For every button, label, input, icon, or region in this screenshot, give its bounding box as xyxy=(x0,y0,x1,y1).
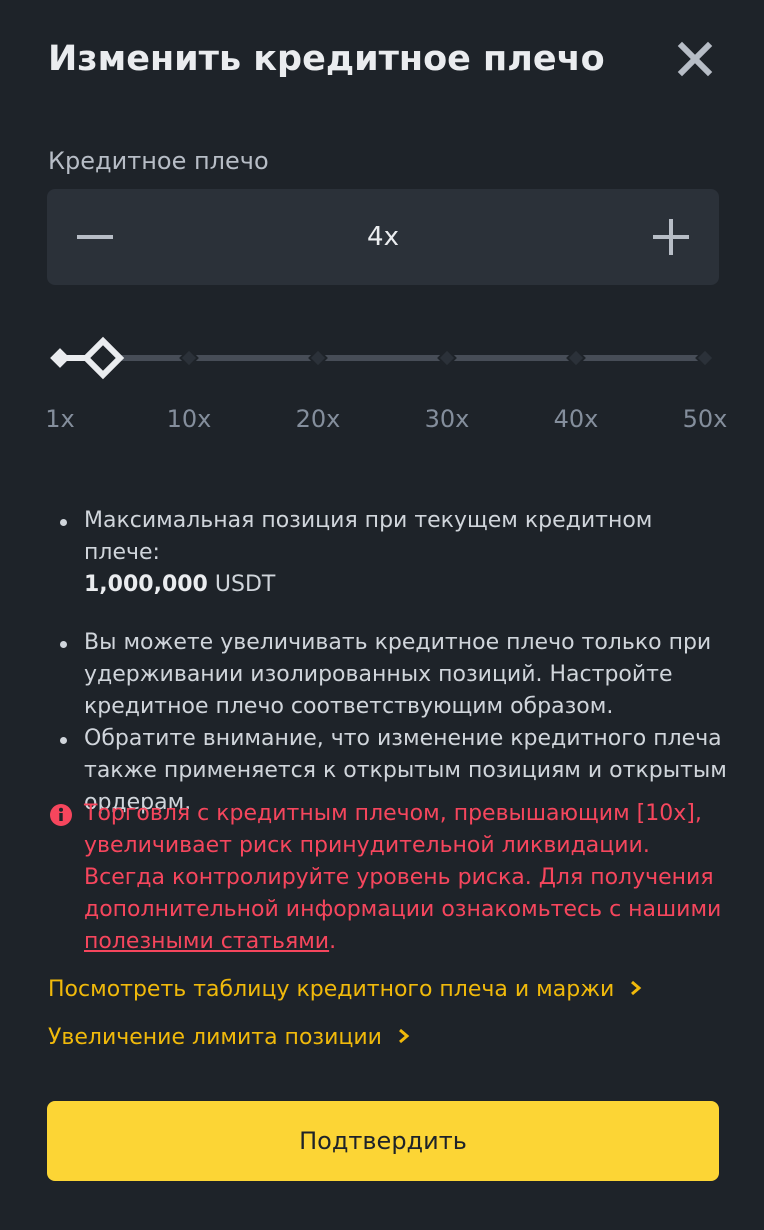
plus-icon xyxy=(653,219,689,255)
margin-table-link[interactable]: Посмотреть таблицу кредитного плеча и ма… xyxy=(48,974,643,1006)
max-position-unit: USDT xyxy=(214,572,276,597)
info-list: Максимальная позиция при текущем кредитн… xyxy=(48,505,728,819)
confirm-button[interactable]: Подтвердить xyxy=(47,1101,719,1181)
warning-message: Торговля с кредитным плечом, превышающим… xyxy=(84,801,722,922)
leverage-slider[interactable] xyxy=(40,330,730,390)
chevron-right-icon xyxy=(398,1028,410,1044)
warning-text: Торговля с кредитным плечом, превышающим… xyxy=(48,798,728,958)
slider-mark-1x[interactable] xyxy=(50,348,70,368)
slider-tick-labels: 1x 10x 20x 30x 40x 50x xyxy=(0,402,764,436)
slider-mark-20x[interactable] xyxy=(308,348,328,368)
increase-button[interactable] xyxy=(647,213,695,261)
leverage-value[interactable]: 4x xyxy=(197,219,569,255)
decrease-button[interactable] xyxy=(71,213,119,261)
slider-thumb[interactable] xyxy=(81,336,125,380)
tick-label-20x[interactable]: 20x xyxy=(296,402,341,436)
chevron-right-icon xyxy=(631,980,642,996)
slider-mark-10x[interactable] xyxy=(179,348,199,368)
risk-warning: Торговля с кредитным плечом, превышающим… xyxy=(48,798,728,958)
leverage-modal: Изменить кредитное плечо Кредитное плечо… xyxy=(0,0,764,1230)
max-position-text: Максимальная позиция при текущем кредитн… xyxy=(84,508,653,565)
info-circle-icon xyxy=(50,804,72,826)
minus-icon xyxy=(77,235,113,239)
leverage-stepper: 4x xyxy=(47,189,719,285)
slider-mark-50x[interactable] xyxy=(695,348,715,368)
tick-label-10x[interactable]: 10x xyxy=(167,402,212,436)
max-position-item: Максимальная позиция при текущем кредитн… xyxy=(48,505,728,601)
warning-end: . xyxy=(329,929,337,954)
leverage-label: Кредитное плечо xyxy=(48,147,269,175)
close-button[interactable] xyxy=(674,38,716,80)
close-icon xyxy=(677,41,713,77)
isolated-note-item: Вы можете увеличивать кредитное плечо то… xyxy=(48,627,728,723)
slider-mark-40x[interactable] xyxy=(566,348,586,368)
isolated-note: Вы можете увеличивать кредитное плечо то… xyxy=(84,630,712,719)
modal-title: Изменить кредитное плечо xyxy=(48,39,605,79)
margin-table-link-label: Посмотреть таблицу кредитного плеча и ма… xyxy=(48,977,615,1002)
max-position-value: 1,000,000 xyxy=(84,572,208,597)
slider-track[interactable] xyxy=(60,355,710,361)
position-limit-link[interactable]: Увеличение лимита позиции xyxy=(48,1022,411,1054)
tick-label-40x[interactable]: 40x xyxy=(554,402,599,436)
tick-label-1x[interactable]: 1x xyxy=(45,402,74,436)
tick-label-30x[interactable]: 30x xyxy=(425,402,470,436)
useful-articles-link[interactable]: полезными статьями xyxy=(84,929,329,954)
position-limit-link-label: Увеличение лимита позиции xyxy=(48,1025,382,1050)
tick-label-50x[interactable]: 50x xyxy=(683,402,728,436)
slider-mark-30x[interactable] xyxy=(437,348,457,368)
